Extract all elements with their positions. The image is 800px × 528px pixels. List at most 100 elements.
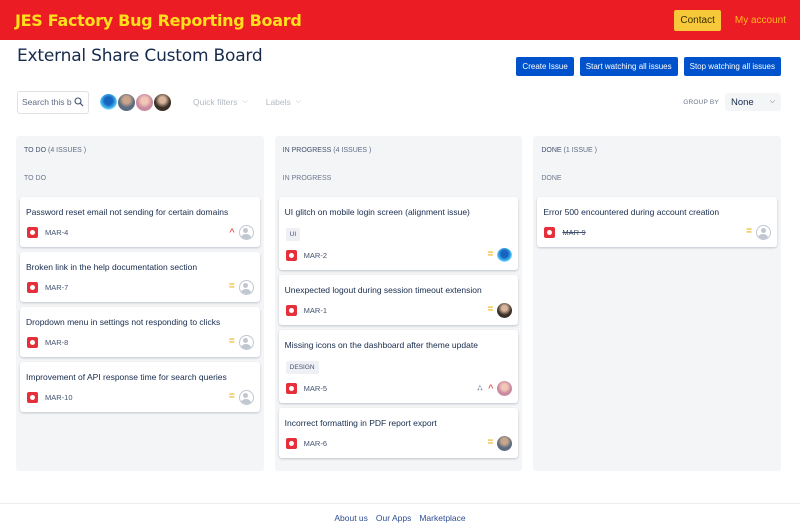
issue-label: UI: [285, 228, 301, 241]
avatar-robot[interactable]: [99, 92, 118, 112]
quick-filters-dropdown[interactable]: Quick filters ⌵: [193, 97, 248, 107]
search-icon: [74, 97, 84, 107]
issue-title: Password reset email not sending for cer…: [26, 207, 229, 217]
footer: About us Our Apps Marketplace: [0, 503, 800, 528]
column-header: TO DO (4 ISSUES ): [20, 136, 260, 165]
quick-filters-label: Quick filters: [193, 97, 238, 107]
column-count: (1 ISSUE ): [563, 147, 597, 154]
issue-card[interactable]: Password reset email not sending for cer…: [20, 197, 260, 247]
board: TO DO (4 ISSUES ) TO DO Password reset e…: [0, 136, 800, 471]
bug-icon: [285, 437, 297, 449]
stop-watching-button[interactable]: Stop watching all issues: [683, 57, 781, 76]
footer-link-about[interactable]: About us: [334, 513, 368, 523]
group-by-select[interactable]: None ⌵: [725, 93, 781, 111]
status-group-label: TO DO: [24, 175, 47, 182]
issue-key[interactable]: MAR-7: [45, 283, 229, 292]
issue-key[interactable]: MAR-6: [304, 439, 488, 448]
bug-icon: [544, 226, 556, 238]
unassigned-avatar-icon: [238, 334, 254, 350]
chevron-down-icon: ⌵: [242, 98, 248, 105]
issue-key[interactable]: MAR-9: [562, 228, 746, 237]
bug-icon: [27, 226, 38, 238]
issue-key[interactable]: MAR-10: [45, 393, 229, 402]
issue-card[interactable]: Error 500 encountered during account cre…: [537, 197, 778, 247]
issue-card[interactable]: UI glitch on mobile login screen (alignm…: [278, 197, 519, 270]
my-account-link[interactable]: My account: [735, 15, 786, 26]
bug-icon: [27, 281, 38, 293]
status-group-label: DONE: [541, 175, 562, 182]
board-header: External Share Custom Board Create Issue…: [0, 40, 800, 78]
search-input[interactable]: Search this b: [17, 90, 89, 114]
footer-link-marketplace[interactable]: Marketplace: [419, 513, 465, 523]
issue-card[interactable]: Missing icons on the dashboard after the…: [278, 330, 519, 403]
labels-label: Labels: [265, 97, 291, 107]
priority-high-icon: ^: [488, 382, 494, 393]
group-by-value: None: [731, 96, 754, 108]
page-title: External Share Custom Board: [17, 46, 263, 66]
issue-title: Broken link in the help documentation se…: [26, 262, 198, 272]
issue-title: Incorrect formatting in PDF report expor…: [284, 418, 437, 428]
brand-title[interactable]: JES Factory Bug Reporting Board: [15, 11, 302, 30]
group-by: GROUP BY None ⌵: [683, 93, 781, 111]
priority-medium-icon: =: [228, 391, 235, 402]
avatar-user-3[interactable]: [153, 92, 172, 112]
issue-title: Unexpected logout during session timeout…: [284, 285, 482, 295]
group-by-label: GROUP BY: [683, 98, 719, 106]
issue-key[interactable]: MAR-1: [304, 306, 488, 315]
issue-key[interactable]: MAR-5: [304, 384, 477, 393]
bug-icon: [285, 382, 297, 394]
contact-button[interactable]: Contact: [674, 9, 721, 31]
column-count: (4 ISSUES ): [48, 147, 87, 154]
bug-icon: [27, 336, 38, 348]
assignee-avatar: [497, 302, 513, 318]
create-issue-button[interactable]: Create Issue: [516, 57, 574, 76]
unassigned-avatar-icon: [238, 389, 254, 405]
issue-card[interactable]: Unexpected logout during session timeout…: [278, 275, 519, 325]
priority-medium-icon: =: [487, 249, 494, 260]
filter-bar: Search this b Quick filters ⌵ Labels ⌵ G…: [0, 88, 800, 116]
header-actions: Create Issue Start watching all issues S…: [516, 57, 781, 76]
top-bar: JES Factory Bug Reporting Board Contact …: [0, 0, 800, 40]
issue-title: Improvement of API response time for sea…: [26, 372, 227, 382]
column-count: (4 ISSUES ): [333, 147, 372, 154]
issue-card[interactable]: Broken link in the help documentation se…: [20, 252, 260, 302]
issue-key[interactable]: MAR-2: [304, 251, 488, 260]
issue-key[interactable]: MAR-4: [45, 228, 229, 237]
issue-title: UI glitch on mobile login screen (alignm…: [284, 207, 470, 217]
chevron-down-icon: ⌵: [769, 98, 775, 105]
unassigned-avatar-icon: [238, 279, 254, 295]
assignee-avatar: [497, 247, 513, 263]
column-name: TO DO: [24, 147, 47, 154]
column-todo: TO DO (4 ISSUES ) TO DO Password reset e…: [16, 136, 264, 471]
footer-link-apps[interactable]: Our Apps: [376, 513, 411, 523]
issue-key[interactable]: MAR-8: [45, 338, 229, 347]
column-name: IN PROGRESS: [282, 147, 332, 154]
issue-title: Dropdown menu in settings not responding…: [26, 317, 221, 327]
avatar-user-1[interactable]: [117, 92, 136, 112]
start-watching-button[interactable]: Start watching all issues: [579, 57, 678, 76]
bug-icon: [285, 249, 297, 261]
search-placeholder: Search this b: [22, 97, 72, 107]
subtask-icon: ⛼: [476, 383, 484, 392]
assignee-avatar: [497, 435, 513, 451]
top-nav: Contact My account: [674, 9, 786, 31]
issue-title: Error 500 encountered during account cre…: [543, 207, 720, 217]
issue-title: Missing icons on the dashboard after the…: [284, 340, 478, 350]
assignee-avatar-filter: [99, 92, 172, 112]
unassigned-avatar-icon: [238, 224, 254, 240]
unassigned-avatar-icon: [756, 224, 772, 240]
column-header: IN PROGRESS (4 ISSUES ): [279, 136, 519, 165]
avatar-user-2[interactable]: [135, 92, 154, 112]
issue-card[interactable]: Improvement of API response time for sea…: [20, 362, 260, 412]
chevron-down-icon: ⌵: [295, 98, 302, 105]
labels-dropdown[interactable]: Labels ⌵: [266, 97, 301, 107]
priority-medium-icon: =: [228, 281, 235, 292]
bug-icon: [27, 391, 38, 403]
column-name: DONE: [541, 147, 562, 154]
issue-card[interactable]: Incorrect formatting in PDF report expor…: [278, 408, 519, 458]
issue-label: DESIGN: [285, 361, 319, 374]
issue-card[interactable]: Dropdown menu in settings not responding…: [20, 307, 260, 357]
priority-medium-icon: =: [746, 226, 753, 237]
assignee-avatar: [497, 380, 513, 396]
priority-medium-icon: =: [487, 437, 494, 448]
